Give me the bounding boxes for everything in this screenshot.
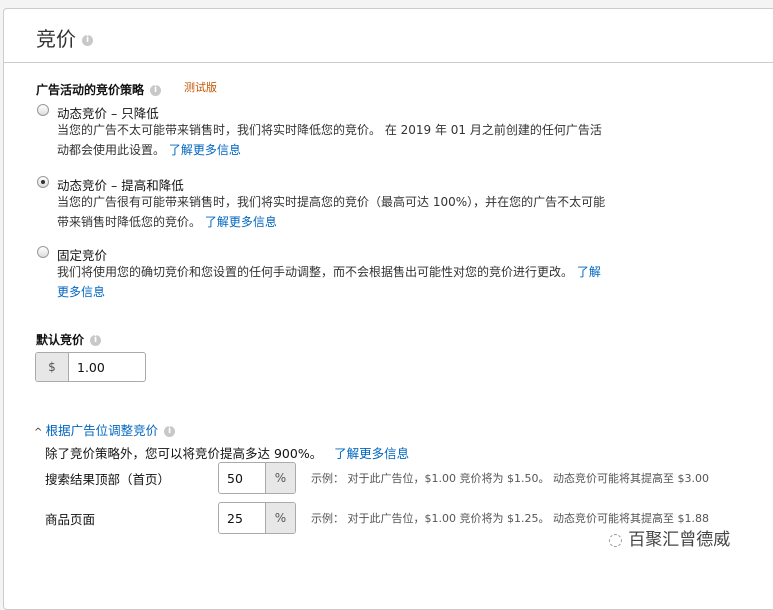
strategy-label: 广告活动的竞价策略 i (36, 81, 162, 98)
radio-fixed[interactable] (37, 246, 49, 258)
desc-text: 我们将使用您的确切竞价和您设置的任何手动调整，而不会根据售出可能性对您的竞价进行… (57, 265, 574, 279)
default-bid-input[interactable]: $ 1.00 (35, 352, 146, 382)
desc-text: 当您的广告很有可能带来销售时，我们将实时提高您的竞价（最高可达 100%），并在… (57, 195, 606, 229)
info-icon[interactable]: i (82, 35, 93, 46)
option-desc: 当您的广告很有可能带来销售时，我们将实时提高您的竞价（最高可达 100%），并在… (57, 193, 607, 232)
percent-addon: % (265, 463, 295, 493)
chevron-up-icon: ^ (34, 427, 46, 438)
card-header: 竞价 i (4, 9, 773, 63)
percent-value[interactable]: 50 (219, 463, 265, 493)
percent-addon: % (265, 503, 295, 533)
percent-value[interactable]: 25 (219, 503, 265, 533)
info-icon[interactable]: i (150, 85, 162, 96)
desc-text: 当您的广告不太可能带来销售时，我们将实时降低您的竞价。 在 2019 年 01 … (57, 123, 602, 157)
currency-addon: $ (36, 353, 69, 381)
placement-label-product: 商品页面 (45, 512, 96, 527)
page-title: 竞价 i (36, 23, 93, 52)
option-label[interactable]: 动态竞价 – 提高和降低 (57, 175, 184, 194)
product-page-input[interactable]: 25 % (218, 502, 296, 534)
default-bid-text: 默认竞价 (36, 333, 85, 347)
info-icon[interactable]: i (90, 335, 102, 346)
learn-more-link[interactable]: 了解更多信息 (334, 446, 409, 461)
toggle-text[interactable]: 根据广告位调整竞价 (46, 423, 159, 438)
default-bid-label: 默认竞价 i (36, 331, 102, 348)
bid-value[interactable]: 1.00 (69, 353, 105, 381)
radio-dynamic-down[interactable] (37, 104, 49, 116)
watermark: ◌ 百聚汇曾德威 (608, 525, 730, 550)
strategy-label-text: 广告活动的竞价策略 (36, 83, 145, 97)
example-text: 示例： 对于此广告位，$1.00 竞价将为 $1.50。 动态竞价可能将其提高至… (311, 472, 709, 485)
beta-badge: 测试版 (184, 81, 217, 94)
option-label[interactable]: 固定竞价 (57, 245, 107, 264)
title-text: 竞价 (36, 27, 76, 51)
placement-intro: 除了竞价策略外，您可以将竞价提高多达 900%。 了解更多信息 (45, 443, 409, 462)
option-label[interactable]: 动态竞价 – 只降低 (57, 103, 159, 122)
example-text: 示例： 对于此广告位，$1.00 竞价将为 $1.25。 动态竞价可能将其提高至… (311, 512, 709, 525)
option-desc: 我们将使用您的确切竞价和您设置的任何手动调整，而不会根据售出可能性对您的竞价进行… (57, 263, 607, 302)
placement-toggle[interactable]: ^ 根据广告位调整竞价 i (34, 420, 176, 439)
radio-dynamic-up-down[interactable] (37, 176, 49, 188)
placement-label-top: 搜索结果顶部（首页） (45, 472, 171, 487)
learn-more-link[interactable]: 了解更多信息 (205, 215, 277, 229)
wechat-icon: ◌ (608, 530, 629, 550)
watermark-text: 百聚汇曾德威 (628, 530, 731, 550)
option-desc: 当您的广告不太可能带来销售时，我们将实时降低您的竞价。 在 2019 年 01 … (57, 121, 607, 160)
intro-text: 除了竞价策略外，您可以将竞价提高多达 900%。 (45, 446, 323, 461)
top-of-search-input[interactable]: 50 % (218, 462, 296, 494)
learn-more-link[interactable]: 了解更多信息 (169, 143, 241, 157)
info-icon[interactable]: i (164, 426, 176, 437)
